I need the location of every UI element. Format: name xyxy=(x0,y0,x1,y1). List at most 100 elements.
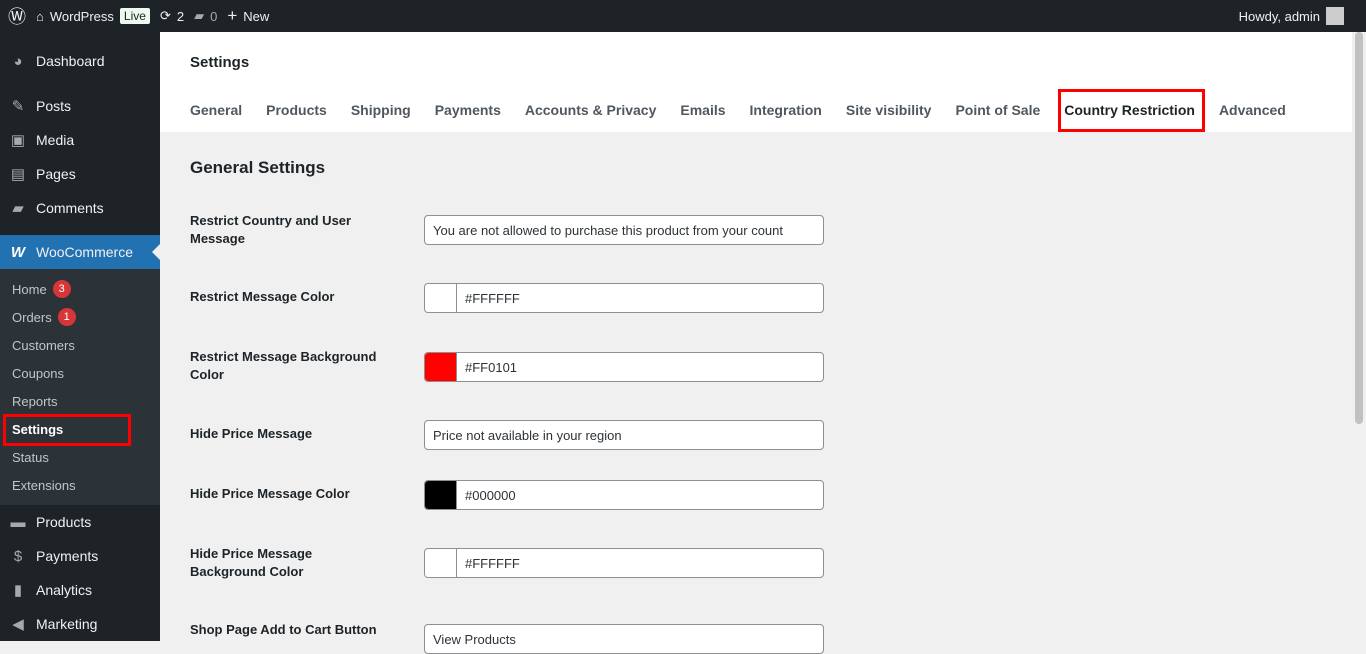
notification-badge: 3 xyxy=(52,280,71,298)
submenu-reports[interactable]: Reports xyxy=(0,387,160,415)
tab-accounts-privacy[interactable]: Accounts & Privacy xyxy=(525,102,657,118)
menu-label: Dashboard xyxy=(36,53,105,69)
field-label: Restrict Country and User Message xyxy=(190,213,352,246)
tab-advanced[interactable]: Advanced xyxy=(1219,102,1286,118)
color-value: #FFFFFF xyxy=(465,290,520,306)
pin-icon: ✎ xyxy=(11,98,25,115)
howdy-label: Howdy, admin xyxy=(1238,8,1320,24)
menu-label: Media xyxy=(36,132,75,148)
submenu-home[interactable]: Home 3 xyxy=(0,275,160,303)
dollar-icon: $ xyxy=(13,547,23,565)
color-value: #FFFFFF xyxy=(465,555,520,571)
woocommerce-icon: W xyxy=(10,243,26,261)
hide-price-bg-color-input[interactable]: #FFFFFF xyxy=(424,548,824,578)
plus-icon: + xyxy=(227,6,238,25)
color-swatch[interactable] xyxy=(425,353,457,381)
menu-label: Coupons xyxy=(12,365,65,381)
home-icon: ⌂ xyxy=(36,8,44,24)
new-label: New xyxy=(243,8,270,24)
tab-shipping[interactable]: Shipping xyxy=(351,102,411,118)
megaphone-icon: ◀ xyxy=(12,616,24,633)
updates-link[interactable]: ⟳ 2 xyxy=(160,8,184,24)
color-swatch[interactable] xyxy=(425,284,457,312)
tab-products[interactable]: Products xyxy=(266,102,327,118)
tab-country-restriction[interactable]: Country Restriction xyxy=(1058,89,1205,132)
field-label: Hide Price Message xyxy=(190,426,313,441)
menu-label: Analytics xyxy=(36,582,93,598)
sidebar-item-marketing[interactable]: ◀ Marketing xyxy=(0,607,160,641)
field-label: Restrict Message Background Color xyxy=(190,349,377,382)
sidebar-item-posts[interactable]: ✎ Posts xyxy=(0,89,160,123)
sidebar-item-payments[interactable]: $ Payments xyxy=(0,539,160,573)
hide-price-message-input[interactable]: Price not available in your region xyxy=(424,420,824,450)
pages-icon: ▤ xyxy=(10,166,26,183)
sidebar-item-comments[interactable]: ▰ Comments xyxy=(0,191,160,225)
site-name-link[interactable]: ⌂ WordPress Live xyxy=(36,8,150,24)
tab-payments[interactable]: Payments xyxy=(435,102,501,118)
comment-icon: ▰ xyxy=(194,8,205,23)
sidebar-item-dashboard[interactable]: ◕ Dashboard xyxy=(0,44,160,78)
menu-label: Payments xyxy=(36,548,99,564)
menu-label: Customers xyxy=(12,337,75,353)
menu-label: Reports xyxy=(12,393,58,409)
add-to-cart-label-input[interactable]: View Products xyxy=(424,624,824,654)
sidebar-item-pages[interactable]: ▤ Pages xyxy=(0,157,160,191)
menu-label: Pages xyxy=(36,166,76,182)
color-value: #000000 xyxy=(465,487,516,503)
tab-general[interactable]: General xyxy=(190,102,242,118)
comment-icon: ▰ xyxy=(12,200,24,217)
field-label: Hide Price Message Background Color xyxy=(190,546,313,579)
comments-count: 0 xyxy=(210,8,218,24)
new-content-link[interactable]: + New xyxy=(227,6,269,26)
menu-label: Marketing xyxy=(36,616,98,632)
submenu-orders[interactable]: Orders 1 xyxy=(0,303,160,331)
updates-count: 2 xyxy=(176,8,185,24)
wordpress-logo-icon[interactable]: Ⓦ xyxy=(8,3,26,29)
submenu-settings[interactable]: Settings xyxy=(0,414,160,446)
restrict-message-input[interactable]: You are not allowed to purchase this pro… xyxy=(424,215,824,245)
site-name: WordPress xyxy=(49,8,114,24)
color-swatch[interactable] xyxy=(425,549,457,577)
account-menu[interactable]: Howdy, admin xyxy=(1239,0,1344,32)
tab-emails[interactable]: Emails xyxy=(680,102,725,118)
restrict-message-bg-color-input[interactable]: #FF0101 xyxy=(424,352,824,382)
menu-label: WooCommerce xyxy=(36,244,133,260)
comments-link[interactable]: ▰ 0 xyxy=(194,8,217,24)
menu-label: Status xyxy=(12,449,49,465)
menu-label: Products xyxy=(36,514,92,530)
tab-integration[interactable]: Integration xyxy=(750,102,822,118)
tab-site-visibility[interactable]: Site visibility xyxy=(846,102,932,118)
menu-label: Comments xyxy=(36,200,104,216)
admin-bar: Ⓦ ⌂ WordPress Live ⟳ 2 ▰ 0 + New Howdy, admin xyxy=(0,0,1366,32)
menu-label: Extensions xyxy=(12,477,76,493)
updates-icon: ⟳ xyxy=(159,8,171,23)
color-value: #FF0101 xyxy=(465,359,518,375)
section-heading: General Settings xyxy=(190,158,326,177)
sidebar-item-analytics[interactable]: ▮ Analytics xyxy=(0,573,160,607)
notification-badge: 1 xyxy=(57,308,76,326)
submenu-status[interactable]: Status xyxy=(0,443,160,471)
submenu-coupons[interactable]: Coupons xyxy=(0,359,160,387)
sidebar-item-media[interactable]: ▣ Media xyxy=(0,123,160,157)
hide-price-color-input[interactable]: #000000 xyxy=(424,480,824,510)
settings-header: Settings General Products Shipping Payme… xyxy=(160,32,1352,132)
woocommerce-submenu: Home 3 Orders 1 Customers Coupons Reports … xyxy=(0,269,160,505)
menu-label: Posts xyxy=(36,98,72,114)
scrollbar-thumb[interactable] xyxy=(1355,32,1363,424)
sidebar-item-woocommerce[interactable]: W WooCommerce xyxy=(0,235,160,269)
color-swatch[interactable] xyxy=(425,481,457,509)
restrict-message-color-input[interactable]: #FFFFFF xyxy=(424,283,824,313)
archive-icon: ▬ xyxy=(10,513,26,531)
tab-point-of-sale[interactable]: Point of Sale xyxy=(955,102,1040,118)
sidebar-item-products[interactable]: ▬ Products xyxy=(0,505,160,539)
field-label: Restrict Message Color xyxy=(190,289,335,304)
live-badge: Live xyxy=(119,8,150,24)
submenu-customers[interactable]: Customers xyxy=(0,331,160,359)
menu-label: Home xyxy=(12,281,47,297)
dashboard-icon: ◕ xyxy=(13,52,23,70)
admin-sidebar: ◕ Dashboard ✎ Posts ▣ Media ▤ Pages ▰ Comment… xyxy=(0,32,160,641)
media-icon: ▣ xyxy=(10,132,26,149)
page-scrollbar[interactable] xyxy=(1352,32,1366,641)
highlight-box xyxy=(3,414,131,446)
submenu-extensions[interactable]: Extensions xyxy=(0,471,160,499)
